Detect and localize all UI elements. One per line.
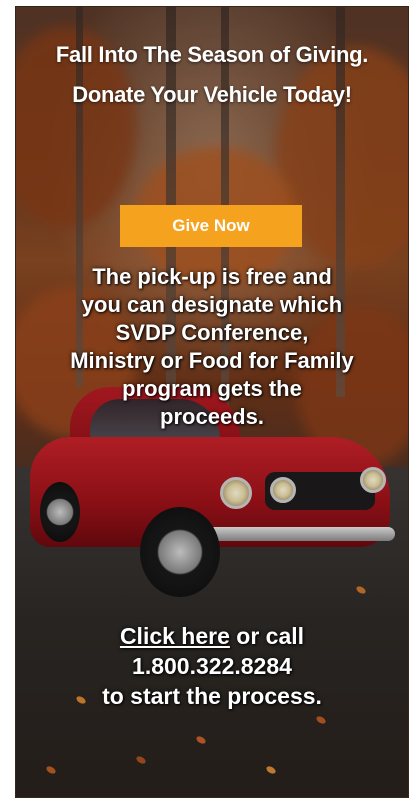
click-here-link[interactable]: Click here <box>120 623 230 649</box>
cta-line-1: Click here or call <box>16 621 408 651</box>
body-line: Ministry or Food for Family <box>70 348 354 373</box>
call-to-action: Click here or call 1.800.322.8284 to sta… <box>16 621 408 711</box>
donation-banner: Fall Into The Season of Giving. Donate Y… <box>15 6 409 798</box>
body-line: program gets the <box>122 376 302 401</box>
body-line: you can designate which <box>81 292 343 317</box>
phone-number[interactable]: 1.800.322.8284 <box>16 651 408 681</box>
body-line: The pick-up is free and <box>92 264 332 289</box>
body-text: The pick-up is free and you can designat… <box>26 263 398 431</box>
cta-text: or call <box>229 623 305 649</box>
headline-line-1: Fall Into The Season of Giving. <box>55 42 369 67</box>
cta-line-3: to start the process. <box>102 683 322 709</box>
headline-line-2: Donate Your Vehicle Today! <box>72 82 352 107</box>
body-line: SVDP Conference, <box>115 320 309 345</box>
headline: Fall Into The Season of Giving. Donate Y… <box>16 35 408 115</box>
body-line: proceeds. <box>160 404 264 429</box>
give-now-button[interactable]: Give Now <box>120 205 302 247</box>
